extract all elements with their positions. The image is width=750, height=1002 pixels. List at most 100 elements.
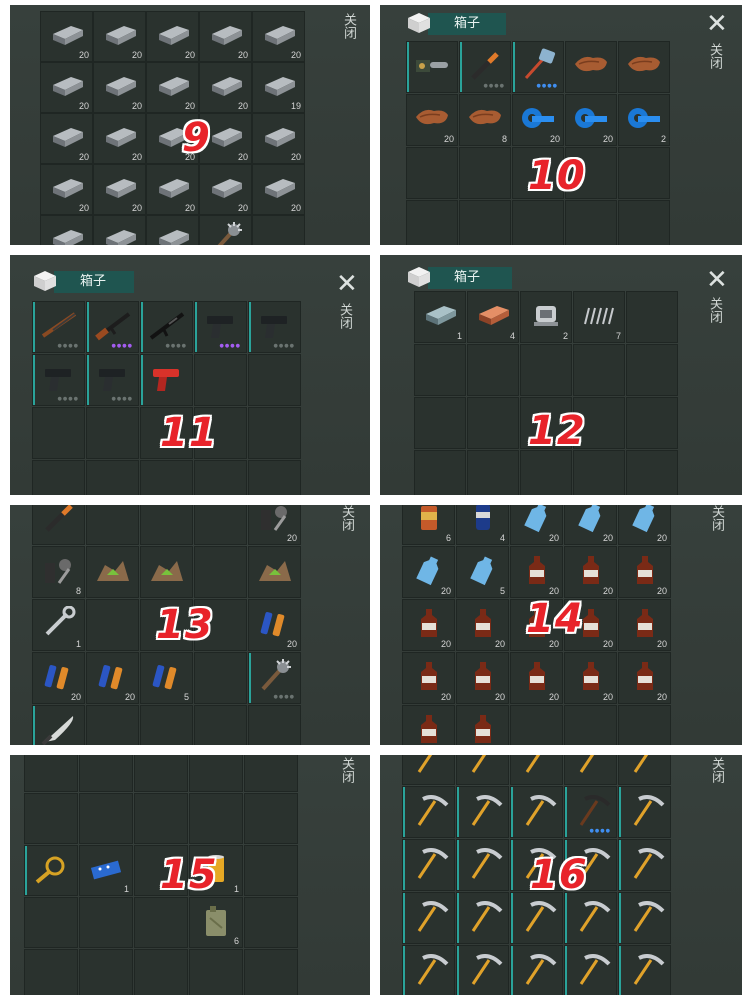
inventory-slot-empty[interactable] (565, 200, 617, 245)
inventory-slot-brown-bottle[interactable]: 20 (456, 599, 509, 651)
inventory-slot-empty[interactable] (86, 599, 139, 651)
inventory-slot-empty[interactable] (244, 755, 298, 792)
inventory-slot-pickaxe[interactable] (618, 755, 671, 785)
inventory-slot-empty[interactable] (194, 460, 247, 495)
inventory-slot-empty[interactable] (134, 793, 188, 844)
inventory-slot-ore-pile[interactable] (86, 546, 139, 598)
inventory-slot-empty[interactable] (24, 949, 78, 995)
inventory-slot-water-bottle[interactable]: 5 (456, 546, 509, 598)
inventory-slot-pickaxe[interactable] (564, 755, 617, 785)
inventory-slot-pickaxe[interactable] (510, 945, 563, 995)
close-label[interactable]: 关闭 (339, 505, 354, 531)
inventory-slot-canned-food[interactable]: 6 (402, 505, 455, 545)
inventory-slot-ingot-steel[interactable]: 1 (414, 291, 466, 343)
inventory-slot-empty[interactable] (520, 450, 572, 495)
inventory-slot-brown-bottle[interactable]: 20 (618, 546, 671, 598)
inventory-slot-empty[interactable] (244, 949, 298, 995)
inventory-slot-machete[interactable]: ●●●● (32, 705, 85, 745)
inventory-slot-empty[interactable] (194, 546, 247, 598)
inventory-slot-spiked-club[interactable] (199, 215, 252, 245)
inventory-slot-empty[interactable] (194, 354, 247, 406)
inventory-slot-empty[interactable] (140, 460, 193, 495)
inventory-slot-empty[interactable] (248, 705, 301, 745)
inventory-slot-water-bottle[interactable]: 20 (510, 505, 563, 545)
inventory-slot-empty[interactable] (573, 450, 625, 495)
inventory-slot-empty[interactable] (86, 460, 139, 495)
inventory-slot-ingot-iron[interactable]: 20 (93, 164, 146, 215)
inventory-slot-empty[interactable] (406, 147, 458, 199)
inventory-slot-empty[interactable] (79, 949, 133, 995)
inventory-slot-empty[interactable] (86, 705, 139, 745)
inventory-slot-empty[interactable] (134, 755, 188, 792)
inventory-slot-empty[interactable] (140, 705, 193, 745)
inventory-slot-empty[interactable] (24, 793, 78, 844)
inventory-slot-pickaxe[interactable] (510, 786, 563, 838)
inventory-slot-brown-bottle[interactable]: 20 (402, 705, 455, 745)
inventory-slot-pickaxe[interactable] (510, 755, 563, 785)
inventory-slot-empty[interactable] (626, 450, 678, 495)
inventory-slot-brown-bottle[interactable]: 20 (402, 599, 455, 651)
inventory-slot-pistol[interactable]: ●●●● (194, 301, 247, 353)
close-icon[interactable]: ✕ (336, 271, 358, 297)
inventory-slot-magnifier[interactable] (24, 845, 78, 896)
inventory-slot-leather[interactable]: 20 (406, 94, 458, 146)
inventory-slot-empty[interactable] (618, 705, 671, 745)
inventory-slot-empty[interactable] (459, 147, 511, 199)
inventory-slot-empty[interactable] (414, 344, 466, 396)
inventory-slot-empty[interactable] (32, 407, 85, 459)
inventory-slot-pickaxe[interactable] (618, 892, 671, 944)
inventory-slot-pickaxe[interactable] (618, 786, 671, 838)
inventory-slot-empty[interactable] (189, 793, 243, 844)
inventory-slot-empty[interactable] (189, 755, 243, 792)
inventory-slot-ingot-iron[interactable]: 20 (93, 11, 146, 62)
inventory-slot-empty[interactable] (194, 705, 247, 745)
inventory-slot-pickaxe-dark[interactable]: ●●●● (564, 786, 617, 838)
inventory-slot-empty[interactable] (134, 897, 188, 948)
inventory-slot-pickaxe[interactable] (564, 892, 617, 944)
inventory-slot-ingot-iron[interactable]: 20 (40, 113, 93, 164)
inventory-slot-pistol[interactable]: ●●●● (32, 354, 85, 406)
close-label[interactable]: 关闭 (341, 13, 356, 39)
inventory-slot-empty[interactable] (134, 949, 188, 995)
inventory-slot-ingot-iron[interactable]: 20 (199, 62, 252, 113)
inventory-slot-empty[interactable] (626, 291, 678, 343)
inventory-slot-ingot-copper[interactable]: 4 (467, 291, 519, 343)
inventory-slot-batteries[interactable]: 20 (32, 652, 85, 704)
inventory-slot-empty[interactable] (467, 344, 519, 396)
inventory-slot-empty[interactable] (618, 200, 670, 245)
inventory-slot-ingot-iron[interactable] (40, 215, 93, 245)
inventory-slot-pickaxe[interactable] (456, 755, 509, 785)
inventory-slot-brown-bottle[interactable]: 6 (456, 705, 509, 745)
inventory-slot-empty[interactable] (510, 705, 563, 745)
inventory-slot-empty[interactable] (520, 344, 572, 396)
inventory-slot-batteries[interactable]: 20 (248, 599, 301, 651)
inventory-slot-batteries[interactable]: 5 (140, 652, 193, 704)
inventory-slot-ingot-iron[interactable]: 20 (93, 113, 146, 164)
inventory-slot-water-bottle[interactable]: 20 (402, 546, 455, 598)
inventory-slot-empty[interactable] (626, 344, 678, 396)
inventory-slot-engine-part[interactable]: 2 (520, 291, 572, 343)
inventory-slot-pickaxe[interactable] (564, 945, 617, 995)
inventory-slot-ingot-iron[interactable]: 20 (252, 164, 305, 215)
inventory-slot-empty[interactable] (244, 845, 298, 896)
inventory-slot-circuit-board[interactable]: 1 (79, 845, 133, 896)
inventory-slot-tool-kit[interactable]: 20 (248, 505, 301, 545)
inventory-slot-rifle-black[interactable]: ●●●● (140, 301, 193, 353)
inventory-slot-ingot-iron[interactable]: 20 (146, 62, 199, 113)
inventory-slot-soda-can[interactable]: 4 (456, 505, 509, 545)
inventory-slot-empty[interactable] (79, 897, 133, 948)
inventory-slot-empty[interactable] (459, 200, 511, 245)
inventory-slot-empty[interactable] (194, 505, 247, 545)
inventory-slot-torch[interactable] (32, 505, 85, 545)
inventory-slot-empty[interactable] (194, 652, 247, 704)
close-icon[interactable]: ✕ (706, 267, 728, 293)
inventory-slot-leather[interactable] (565, 41, 617, 93)
inventory-slot-empty[interactable] (414, 397, 466, 449)
inventory-slot-ingot-iron[interactable]: 20 (199, 11, 252, 62)
inventory-slot-pickaxe[interactable] (456, 892, 509, 944)
inventory-slot-empty[interactable] (86, 407, 139, 459)
inventory-slot-pickaxe[interactable] (402, 786, 455, 838)
inventory-slot-water-bottle[interactable]: 20 (564, 505, 617, 545)
inventory-slot-pickaxe[interactable] (618, 945, 671, 995)
inventory-slot-pistol[interactable]: ●●●● (86, 354, 139, 406)
